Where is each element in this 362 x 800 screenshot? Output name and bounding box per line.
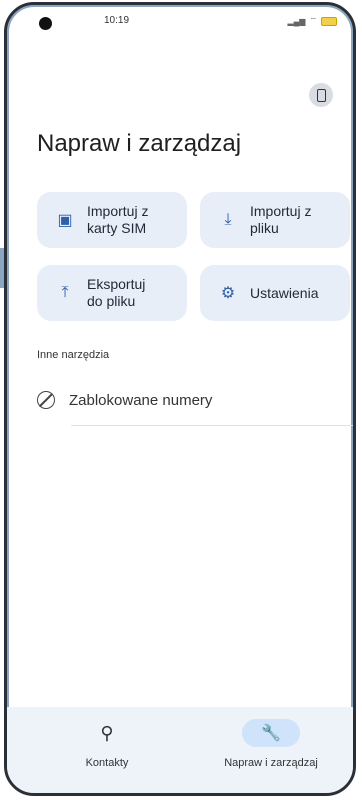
person-icon: ⚲ bbox=[100, 722, 114, 743]
tile-label: Ustawienia bbox=[250, 284, 319, 301]
nav-pill: 🔧 bbox=[242, 719, 300, 747]
wifi-icon: ⌔ bbox=[309, 16, 317, 25]
divider bbox=[71, 425, 353, 426]
download-icon: ⤓ bbox=[224, 211, 232, 228]
device-button[interactable] bbox=[309, 83, 333, 107]
blocked-numbers-item[interactable]: Zablokowane numery bbox=[37, 384, 353, 416]
nav-label: Napraw i zarządzaj bbox=[224, 757, 318, 769]
section-title: Inne narzędzia bbox=[37, 349, 110, 361]
nav-item-contacts[interactable]: ⚲ Kontakty bbox=[37, 719, 177, 770]
signal-icon: ▂▄▆ bbox=[287, 16, 306, 26]
upload-icon: ⤒ bbox=[61, 284, 69, 301]
import-sim-button[interactable]: ▣ Importuj z karty SIM bbox=[37, 192, 187, 248]
tile-label: Importuj z pliku bbox=[250, 203, 312, 236]
status-time: 10:19 bbox=[104, 15, 130, 26]
block-icon bbox=[37, 391, 55, 409]
page-title: Napraw i zarządzaj bbox=[37, 130, 242, 157]
settings-button[interactable]: ⚙ Ustawienia bbox=[200, 265, 350, 321]
sim-card-icon: ▣ bbox=[57, 212, 73, 229]
wrench-icon: 🔧 bbox=[261, 725, 281, 742]
phone-icon bbox=[316, 88, 326, 102]
tile-label: Importuj z karty SIM bbox=[87, 203, 149, 236]
bottom-navigation: ⚲ Kontakty 🔧 Napraw i zarządzaj bbox=[7, 707, 353, 793]
tile-label: Eksportuj do pliku bbox=[87, 276, 146, 309]
nav-item-fix-manage[interactable]: 🔧 Napraw i zarządzaj bbox=[201, 719, 341, 769]
battery-icon bbox=[321, 16, 337, 26]
blocked-numbers-label: Zablokowane numery bbox=[69, 391, 213, 409]
gear-icon: ⚙ bbox=[220, 285, 236, 302]
volume-button bbox=[0, 248, 4, 288]
phone-frame: 10:19 ▂▄▆ ⌔ Napraw i zarządzaj ▣ Importu… bbox=[4, 2, 356, 796]
status-bar: 10:19 ▂▄▆ ⌔ bbox=[7, 5, 353, 39]
status-icons: ▂▄▆ ⌔ bbox=[287, 16, 337, 26]
export-file-button[interactable]: ⤒ Eksportuj do pliku bbox=[37, 265, 187, 321]
nav-pill: ⚲ bbox=[78, 719, 136, 747]
camera-dot bbox=[39, 17, 52, 30]
import-file-button[interactable]: ⤓ Importuj z pliku bbox=[200, 192, 350, 248]
nav-label: Kontakty bbox=[85, 757, 129, 769]
